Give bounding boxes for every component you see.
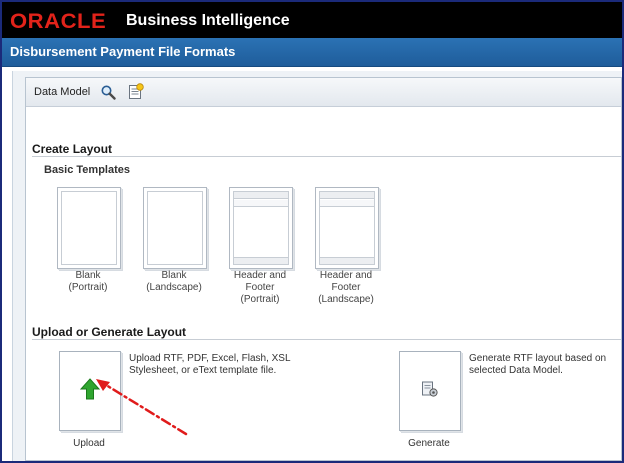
template-blank-portrait-label: Blank (Portrait) [43,270,133,294]
upload-description: Upload RTF, PDF, Excel, Flash, XSL Style… [129,353,291,377]
template-caption-line: (Portrait) [68,282,108,293]
generate-gear-icon [422,381,438,397]
template-page-preview [147,191,203,265]
template-page-preview [61,191,117,265]
generate-description-line: selected Data Model. [469,365,563,376]
layout-panel: Data Model Create Layout Basic Templates [25,77,622,461]
search-icon[interactable] [100,84,116,100]
template-caption-line: Footer [331,282,361,293]
toolbar: Data Model [26,78,621,107]
template-blank-landscape-label: Blank (Landscape) [129,270,219,294]
template-footer-band [234,257,288,264]
template-blank-landscape[interactable] [143,187,207,269]
generate-description: Generate RTF layout based on selected Da… [469,353,606,377]
annotation-arrow [96,379,188,436]
properties-icon[interactable] [128,83,144,100]
app-title: Business Intelligence [126,12,290,29]
upload-description-line: Upload RTF, PDF, Excel, Flash, XSL [129,353,291,364]
upload-generate-title: Upload or Generate Layout [32,325,187,339]
template-caption-line: Blank [161,270,187,281]
template-header-band [234,192,288,199]
template-page-preview [319,191,375,265]
template-blank-portrait[interactable] [57,187,121,269]
template-header-footer-landscape-label: Header and Footer (Landscape) [301,270,391,306]
generate-description-line: Generate RTF layout based on [469,353,607,364]
data-model-label: Data Model [34,86,91,98]
template-caption-line: (Portrait) [240,294,280,305]
template-header-footer-portrait[interactable] [229,187,293,269]
title-bar: Disbursement Payment File Formats [2,38,622,67]
template-caption-line: Footer [245,282,275,293]
generate-label: Generate [408,438,450,449]
template-page-preview [233,191,289,265]
top-bar: ORACLE Business Intelligence [2,2,622,38]
content-area: Data Model Create Layout Basic Templates [12,71,622,461]
oracle-logo: ORACLE [10,10,107,33]
template-caption-line: (Landscape) [146,282,202,293]
create-layout-divider [32,156,621,157]
template-header-band [320,192,374,199]
template-header-band [320,200,374,207]
template-footer-band [320,257,374,264]
create-layout-title: Create Layout [32,142,113,156]
app-window: ORACLE Business Intelligence Disbursemen… [0,0,624,463]
upload-generate-divider [32,339,621,340]
template-caption-line: Header and [233,270,287,281]
template-header-footer-landscape[interactable] [315,187,379,269]
page-title: Disbursement Payment File Formats [10,44,236,59]
template-caption-line: Blank [75,270,101,281]
template-caption-line: Header and [319,270,373,281]
basic-templates-title: Basic Templates [44,164,131,176]
generate-button[interactable] [399,351,461,431]
template-header-band [234,200,288,207]
template-header-footer-portrait-label: Header and Footer (Portrait) [215,270,305,306]
template-caption-line: (Landscape) [318,294,374,305]
